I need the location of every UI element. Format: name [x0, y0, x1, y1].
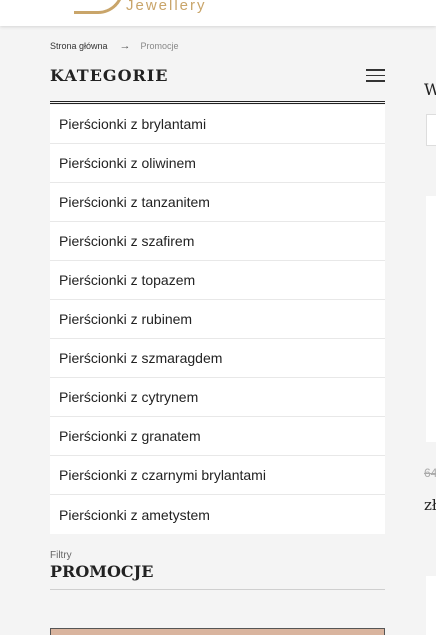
- old-price: 64: [424, 466, 436, 480]
- breadcrumb-arrow-icon: →: [119, 40, 131, 52]
- logo-swash-graphic: [74, 0, 124, 14]
- category-item-czarne-brylanty[interactable]: Pierścionki z czarnymi brylantami: [50, 456, 385, 495]
- product-column-edge: W 64 zł: [418, 0, 436, 635]
- category-item-granat[interactable]: Pierścionki z granatem: [50, 417, 385, 456]
- category-item-cytryn[interactable]: Pierścionki z cytrynem: [50, 378, 385, 417]
- category-item-oliwin[interactable]: Pierścionki z oliwinem: [50, 144, 385, 183]
- breadcrumb-home-link[interactable]: Strona główna: [50, 41, 108, 51]
- category-item-brylanty[interactable]: Pierścionki z brylantami: [50, 105, 385, 144]
- product-card[interactable]: [426, 196, 436, 442]
- menu-icon[interactable]: [366, 69, 385, 82]
- category-list: Pierścionki z brylantami Pierścionki z o…: [50, 105, 385, 534]
- filters-title: PROMOCJE: [50, 562, 385, 590]
- category-item-szmaragd[interactable]: Pierścionki z szmaragdem: [50, 339, 385, 378]
- breadcrumb-current: Promocje: [140, 41, 179, 51]
- category-item-ametyst[interactable]: Pierścionki z ametystem: [50, 495, 385, 534]
- category-item-tanzanit[interactable]: Pierścionki z tanzanitem: [50, 183, 385, 222]
- product-card-2[interactable]: [426, 576, 436, 635]
- product-heading-fragment: W: [424, 80, 436, 99]
- category-item-szafir[interactable]: Pierścionki z szafirem: [50, 222, 385, 261]
- category-header: KATEGORIE: [50, 58, 385, 104]
- category-item-topaz[interactable]: Pierścionki z topazem: [50, 261, 385, 300]
- category-item-rubin[interactable]: Pierścionki z rubinem: [50, 300, 385, 339]
- logo-text: Jewellery: [126, 0, 207, 14]
- breadcrumb: Strona główna → Promocje: [50, 40, 179, 52]
- filters-section: Filtry PROMOCJE: [50, 550, 385, 590]
- category-sidebar: KATEGORIE Pierścionki z brylantami Pierś…: [50, 58, 385, 534]
- top-header: Jewellery: [0, 0, 436, 26]
- sort-select[interactable]: [426, 114, 436, 146]
- price: zł: [424, 496, 436, 514]
- promo-banner[interactable]: [50, 628, 385, 635]
- filters-label: Filtry: [50, 550, 72, 561]
- category-title: KATEGORIE: [50, 66, 169, 85]
